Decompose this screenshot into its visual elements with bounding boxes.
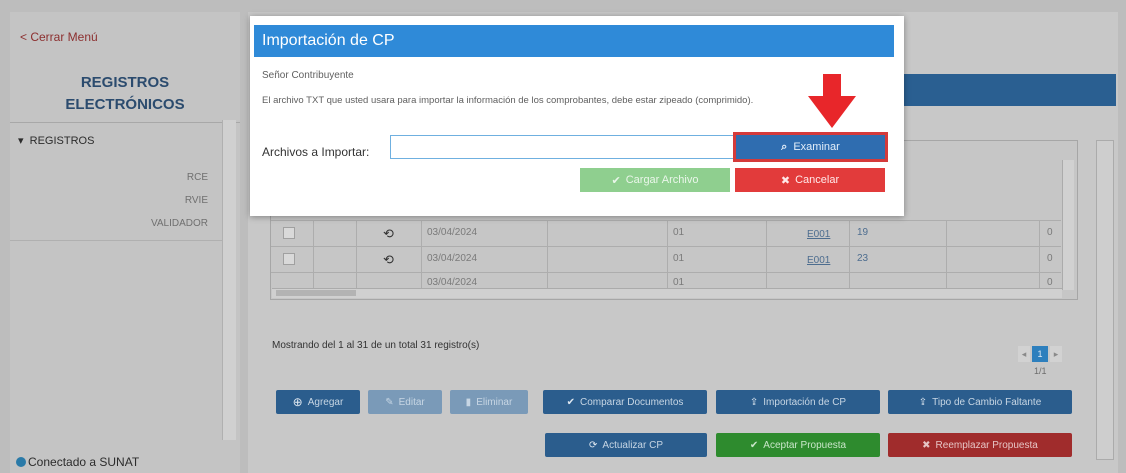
row-date: 03/04/2024	[427, 253, 478, 264]
connected-status-icon	[16, 457, 26, 467]
connection-status: Conectado a SUNAT	[28, 455, 140, 469]
sidebar-title-line1: REGISTROS	[80, 74, 170, 91]
sidebar-scrollbar[interactable]	[222, 120, 236, 440]
browse-label: Examinar	[793, 141, 840, 153]
table-row[interactable]: 03/04/2024 01 0	[271, 272, 1061, 288]
close-menu-link[interactable]: < Cerrar Menú	[20, 30, 98, 44]
sidebar-title-line2: ELECTRÓNICOS	[65, 96, 185, 113]
pager-count: 1/1	[1034, 366, 1047, 376]
edit-button[interactable]: ✎ Editar	[368, 390, 442, 414]
pager-prev-button[interactable]: ◂	[1018, 346, 1030, 362]
sidebar-item-validador[interactable]: VALIDADOR	[151, 218, 208, 229]
edit-label: Editar	[398, 396, 425, 408]
check-icon: ✔	[611, 174, 621, 187]
close-icon: ✖	[780, 174, 791, 187]
table-row[interactable]: ⟲ 03/04/2024 01 E001 23 0	[271, 246, 1061, 272]
sidebar-title: REGISTROS ELECTRÓNICOS	[40, 72, 210, 116]
row-date: 03/04/2024	[427, 277, 478, 288]
records-summary: Mostrando del 1 al 31 de un total 31 reg…	[272, 340, 480, 351]
pager-next-button[interactable]: ▸	[1050, 346, 1062, 362]
pencil-icon: ✎	[385, 396, 394, 408]
row-series-link[interactable]: E001	[807, 255, 830, 266]
upload-file-button[interactable]: ✔ Cargar Archivo	[580, 168, 730, 192]
import-cp-button[interactable]: ⇪ Importación de CP	[716, 390, 880, 414]
add-button[interactable]: ⊕ Agregar	[276, 390, 360, 414]
exchange-label: Tipo de Cambio Faltante	[932, 396, 1042, 408]
pointer-arrow-icon	[808, 74, 856, 128]
compare-documents-button[interactable]: ✔ Comparar Documentos	[543, 390, 707, 414]
close-menu-label: Cerrar Menú	[30, 30, 98, 44]
upload-label: Cargar Archivo	[625, 174, 699, 186]
sidebar-group-registros[interactable]: ▾ REGISTROS	[18, 134, 94, 147]
import-label: Importación de CP	[763, 396, 847, 408]
table-vertical-scrollbar[interactable]	[1062, 160, 1074, 290]
exchange-rate-button[interactable]: ⇪ Tipo de Cambio Faltante	[888, 390, 1072, 414]
row-number: 23	[857, 253, 869, 264]
row-date: 03/04/2024	[427, 227, 478, 238]
row-checkbox[interactable]	[283, 253, 295, 265]
check-icon: ✔	[749, 439, 759, 451]
trash-icon: ▮	[465, 396, 472, 408]
replace-label: Reemplazar Propuesta	[935, 439, 1038, 451]
update-cp-button[interactable]: ⟳ Actualizar CP	[545, 433, 707, 457]
table-scroll-thumb[interactable]	[276, 290, 356, 296]
sidebar-item-rvie[interactable]: RVIE	[185, 195, 208, 206]
undo-icon[interactable]: ⟲	[383, 252, 394, 268]
files-to-import-label: Archivos a Importar:	[262, 145, 370, 159]
plus-circle-icon: ⊕	[292, 395, 303, 409]
cancel-button[interactable]: ✖ Cancelar	[735, 168, 885, 192]
close-icon: ✖	[922, 439, 931, 451]
dialog-greeting: Señor Contribuyente	[262, 70, 354, 81]
accept-label: Aceptar Propuesta	[763, 439, 847, 451]
upload-icon: ⇪	[749, 396, 759, 408]
row-code: 01	[673, 227, 685, 238]
undo-icon[interactable]: ⟲	[383, 226, 394, 242]
dialog-title: Importación de CP	[262, 32, 395, 49]
replace-proposal-button[interactable]: ✖ Reemplazar Propuesta	[888, 433, 1072, 457]
search-icon: ⌕	[781, 140, 788, 153]
panel-scrollbar[interactable]	[1096, 140, 1114, 460]
refresh-icon: ⟳	[589, 439, 598, 451]
delete-label: Eliminar	[476, 396, 513, 408]
row-value: 0	[1047, 277, 1053, 288]
upload-icon: ⇪	[918, 396, 928, 408]
row-checkbox[interactable]	[283, 227, 295, 239]
sidebar-group-label: REGISTROS	[29, 135, 95, 147]
update-label: Actualizar CP	[602, 439, 663, 451]
table-row[interactable]: ⟲ 03/04/2024 01 E001 19 0	[271, 220, 1061, 246]
sidebar-divider	[10, 240, 222, 241]
sidebar-divider	[10, 122, 240, 123]
add-label: Agregar	[307, 396, 344, 408]
compare-label: Comparar Documentos	[580, 396, 684, 408]
row-code: 01	[673, 277, 685, 288]
file-path-input[interactable]	[390, 135, 734, 159]
delete-button[interactable]: ▮ Eliminar	[450, 390, 528, 414]
section-header-band	[890, 74, 1116, 106]
row-number: 19	[857, 227, 869, 238]
sidebar-item-rce[interactable]: RCE	[187, 172, 208, 183]
row-value: 0	[1047, 227, 1053, 238]
browse-button[interactable]: ⌕ Examinar	[733, 132, 888, 162]
table-horizontal-scrollbar[interactable]	[272, 288, 1062, 298]
pager-current-page[interactable]: 1	[1032, 346, 1048, 362]
cancel-label: Cancelar	[795, 174, 840, 186]
check-icon: ✔	[566, 396, 575, 408]
row-value: 0	[1047, 253, 1053, 264]
accept-proposal-button[interactable]: ✔ Aceptar Propuesta	[716, 433, 880, 457]
dialog-description: El archivo TXT que usted usara para impo…	[262, 95, 754, 106]
row-code: 01	[673, 253, 685, 264]
row-series-link[interactable]: E001	[807, 229, 830, 240]
